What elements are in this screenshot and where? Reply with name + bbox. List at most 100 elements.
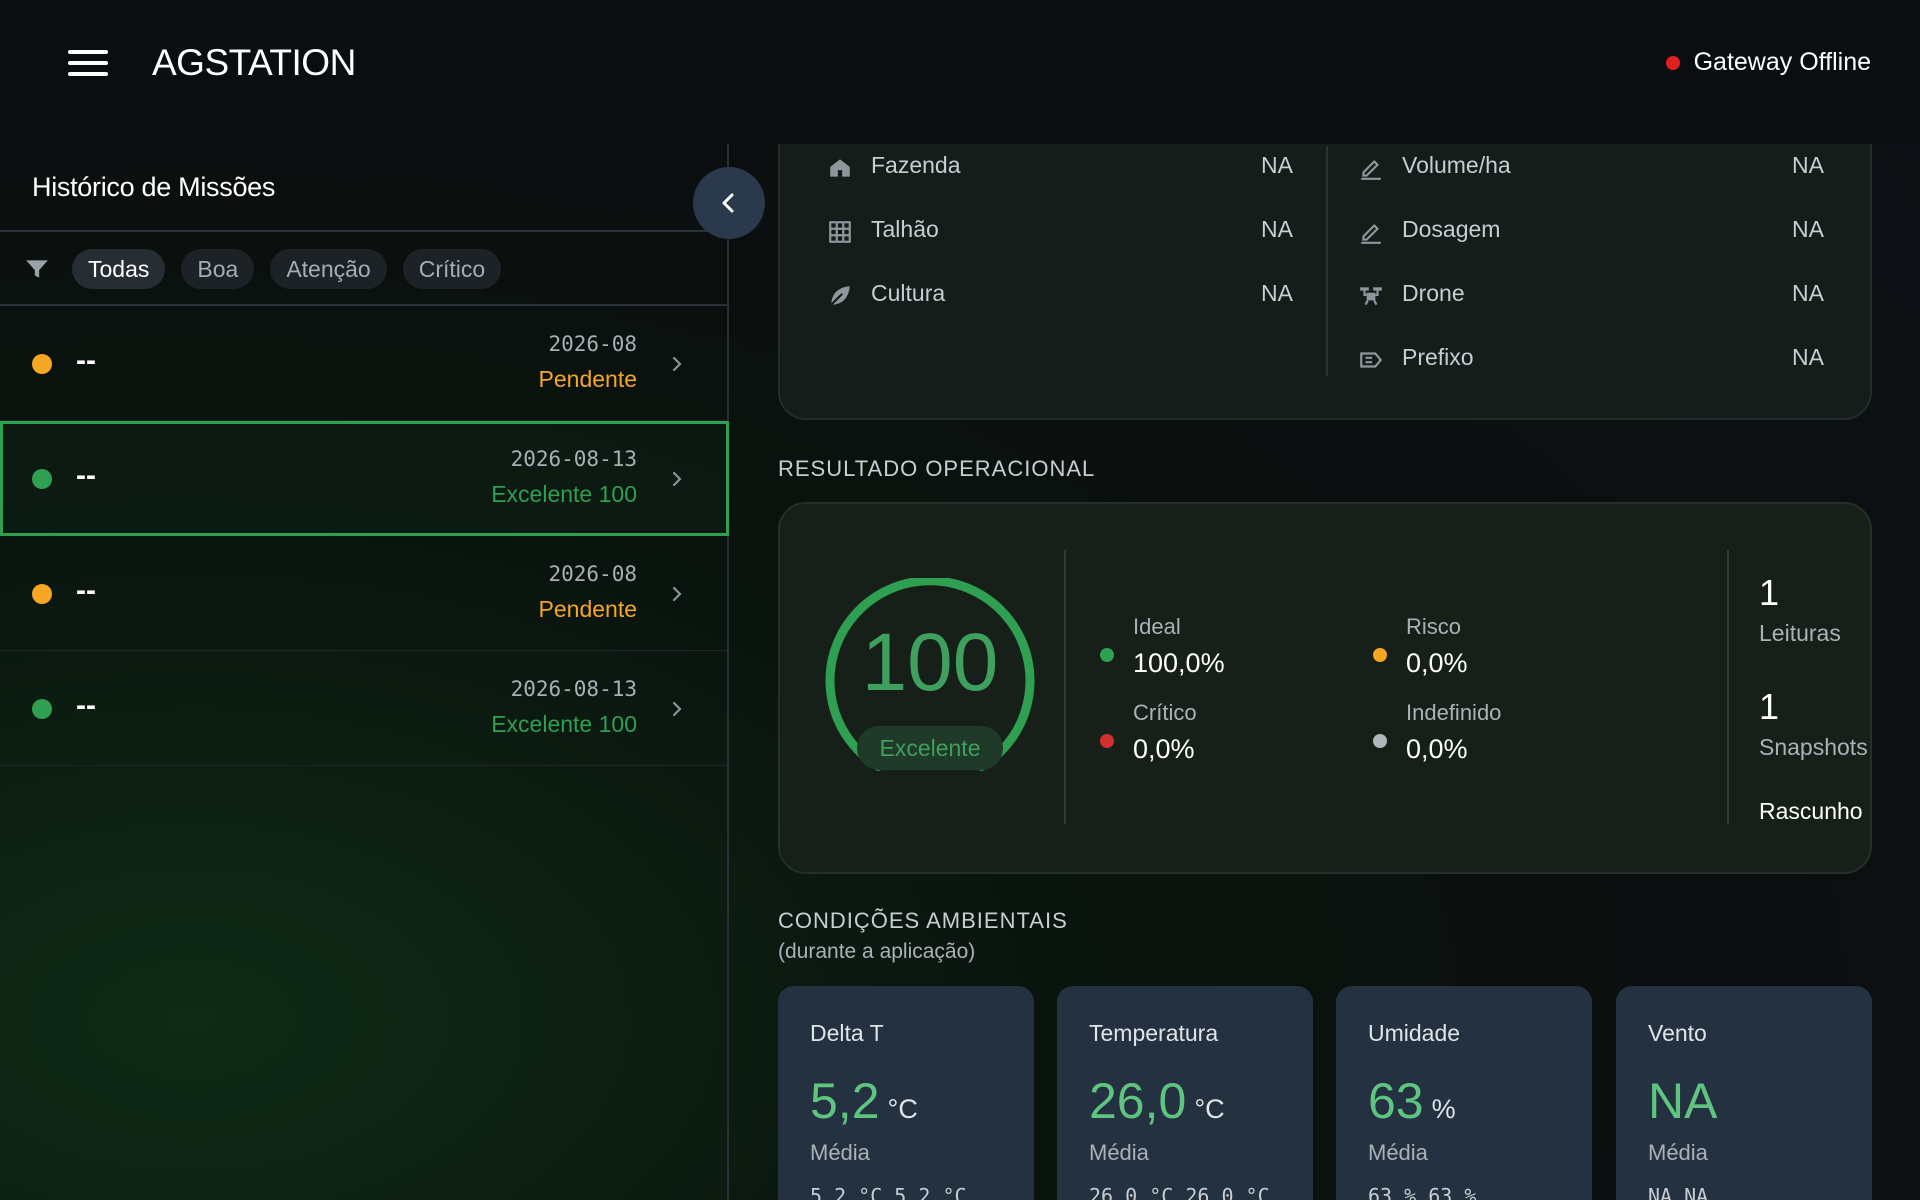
env-card-unit: °C bbox=[887, 1094, 918, 1124]
status-dot-icon bbox=[32, 354, 52, 374]
status-dot-icon bbox=[32, 584, 52, 604]
env-card-title: Delta T bbox=[810, 1020, 884, 1046]
env-card-value: 63 bbox=[1368, 1073, 1424, 1129]
status-dot-icon bbox=[1100, 648, 1114, 662]
env-card-title: Temperatura bbox=[1089, 1020, 1219, 1046]
env-card-value: 26,0 bbox=[1089, 1073, 1187, 1129]
mission-name: -- bbox=[76, 459, 96, 492]
sidebar-title: Histórico de Missões bbox=[32, 172, 276, 202]
info-value: NA bbox=[1792, 216, 1824, 242]
leaf-icon bbox=[830, 286, 850, 306]
mission-date: 2026-08 bbox=[548, 562, 637, 586]
pencil-icon bbox=[1361, 159, 1381, 180]
env-card-range: 5,2 °C 5,2 °C bbox=[810, 1184, 967, 1200]
metric-value: 0,0% bbox=[1406, 734, 1468, 764]
info-value: NA bbox=[1792, 152, 1824, 178]
result-card: 100 Excelente Ideal 100,0% Risco 0,0% Cr… bbox=[778, 502, 1872, 874]
env-card-temperatura: Temperatura 26,0 °C Média 26,0 °C 26,0 °C bbox=[1057, 986, 1313, 1200]
chevron-right-icon bbox=[672, 471, 682, 487]
drone-icon bbox=[1360, 287, 1382, 306]
filter-chip-critico[interactable]: Crítico bbox=[402, 249, 502, 289]
info-value: NA bbox=[1261, 280, 1293, 306]
status-dot-icon bbox=[32, 469, 52, 489]
filter-chip-todas[interactable]: Todas bbox=[72, 249, 166, 289]
env-card-range: NA NA bbox=[1648, 1184, 1709, 1200]
metric-value: 100,0% bbox=[1133, 648, 1225, 678]
info-row-cultura: Cultura NA bbox=[827, 274, 1293, 338]
divider bbox=[0, 230, 729, 232]
tag-icon bbox=[1360, 352, 1383, 368]
section-title-environment: CONDIÇÕES AMBIENTAIS bbox=[778, 908, 1068, 933]
chevron-left-icon bbox=[722, 193, 734, 213]
grid-icon bbox=[829, 221, 851, 243]
mission-date: 2026-08-13 bbox=[510, 677, 637, 701]
app-brand: AGSTATION bbox=[152, 42, 356, 83]
draft-status: Rascunho bbox=[1759, 798, 1863, 824]
mission-name: -- bbox=[76, 689, 96, 722]
mission-status: Pendente bbox=[538, 596, 637, 622]
mission-name: -- bbox=[76, 574, 96, 607]
mission-list-item[interactable]: -- 2026-08-13 Excelente 100 bbox=[0, 651, 729, 766]
status-dot-icon bbox=[1665, 55, 1680, 70]
mission-status: Pendente bbox=[538, 366, 637, 392]
info-row-volume: Volume/ha NA bbox=[1358, 146, 1824, 210]
mission-list-item[interactable]: -- 2026-08 Pendente bbox=[0, 536, 729, 651]
mission-status: Excelente 100 bbox=[491, 711, 637, 737]
env-card-delta-t: Delta T 5,2 °C Média 5,2 °C 5,2 °C bbox=[778, 986, 1034, 1200]
info-label: Cultura bbox=[871, 280, 946, 306]
score-badge: Excelente bbox=[857, 726, 1003, 770]
status-dot-icon bbox=[32, 699, 52, 719]
mission-detail-panel: Fazenda NA Talhão NA Cultura NA Volume/h… bbox=[731, 144, 1920, 1200]
metric-value: 0,0% bbox=[1406, 648, 1468, 678]
env-card-range: 26,0 °C 26,0 °C bbox=[1089, 1184, 1270, 1200]
info-row-fazenda: Fazenda NA bbox=[827, 146, 1293, 210]
mission-list-item[interactable]: -- 2026-08 Pendente bbox=[0, 306, 729, 421]
filter-bar: Todas Boa Atenção Crítico bbox=[24, 247, 502, 291]
top-bar: AGSTATION Gateway Offline bbox=[0, 0, 1920, 144]
env-card-value: 5,2 bbox=[810, 1073, 880, 1129]
readings-count: 1 bbox=[1759, 572, 1780, 613]
section-title-result: RESULTADO OPERACIONAL bbox=[778, 456, 1096, 481]
score-value: 100 bbox=[861, 617, 999, 708]
info-row-drone: Drone NA bbox=[1358, 274, 1824, 338]
info-value: NA bbox=[1261, 216, 1293, 242]
env-card-avg-label: Média bbox=[1648, 1140, 1708, 1165]
divider bbox=[1064, 550, 1066, 824]
env-card-range: 63 % 63 % bbox=[1368, 1184, 1477, 1200]
chevron-right-icon bbox=[672, 356, 682, 372]
env-card-value: NA bbox=[1648, 1073, 1718, 1129]
gateway-status: Gateway Offline bbox=[1665, 48, 1871, 77]
metric-label: Ideal bbox=[1133, 614, 1181, 639]
mission-list-item-selected[interactable]: -- 2026-08-13 Excelente 100 bbox=[0, 421, 729, 536]
mission-date: 2026-08-13 bbox=[510, 447, 637, 471]
info-label: Prefixo bbox=[1402, 344, 1474, 370]
env-card-title: Vento bbox=[1648, 1020, 1707, 1046]
section-subtitle-environment: (durante a aplicação) bbox=[778, 940, 976, 963]
divider bbox=[1727, 550, 1729, 824]
status-dot-icon bbox=[1100, 734, 1114, 748]
info-value: NA bbox=[1792, 280, 1824, 306]
filter-chip-atencao[interactable]: Atenção bbox=[270, 249, 387, 289]
env-card-umidade: Umidade 63% Média 63 % 63 % bbox=[1336, 986, 1592, 1200]
env-card-avg-label: Média bbox=[1089, 1140, 1149, 1165]
readings-label: Leituras bbox=[1759, 620, 1841, 646]
env-card-unit: % bbox=[1431, 1094, 1456, 1124]
info-label: Dosagem bbox=[1402, 216, 1501, 242]
collapse-sidebar-button[interactable] bbox=[693, 167, 765, 239]
hamburger-menu-icon[interactable] bbox=[68, 50, 108, 80]
filter-icon[interactable] bbox=[24, 256, 50, 282]
info-label: Fazenda bbox=[871, 152, 961, 178]
env-card-title: Umidade bbox=[1368, 1020, 1461, 1046]
metric-label: Risco bbox=[1406, 614, 1462, 639]
metric-value: 0,0% bbox=[1133, 734, 1195, 764]
info-row-dosagem: Dosagem NA bbox=[1358, 210, 1824, 274]
info-label: Talhão bbox=[871, 216, 939, 242]
info-row-prefixo: Prefixo NA bbox=[1358, 338, 1824, 402]
info-column-right: Volume/ha NA Dosagem NA Drone NA Prefixo… bbox=[1358, 146, 1824, 402]
info-label: Volume/ha bbox=[1402, 152, 1511, 178]
filter-chip-boa[interactable]: Boa bbox=[181, 249, 255, 289]
pencil-icon bbox=[1361, 223, 1381, 244]
info-column-left: Fazenda NA Talhão NA Cultura NA bbox=[827, 146, 1293, 338]
metric-label: Indefinido bbox=[1406, 700, 1502, 725]
env-card-unit: °C bbox=[1194, 1094, 1225, 1124]
